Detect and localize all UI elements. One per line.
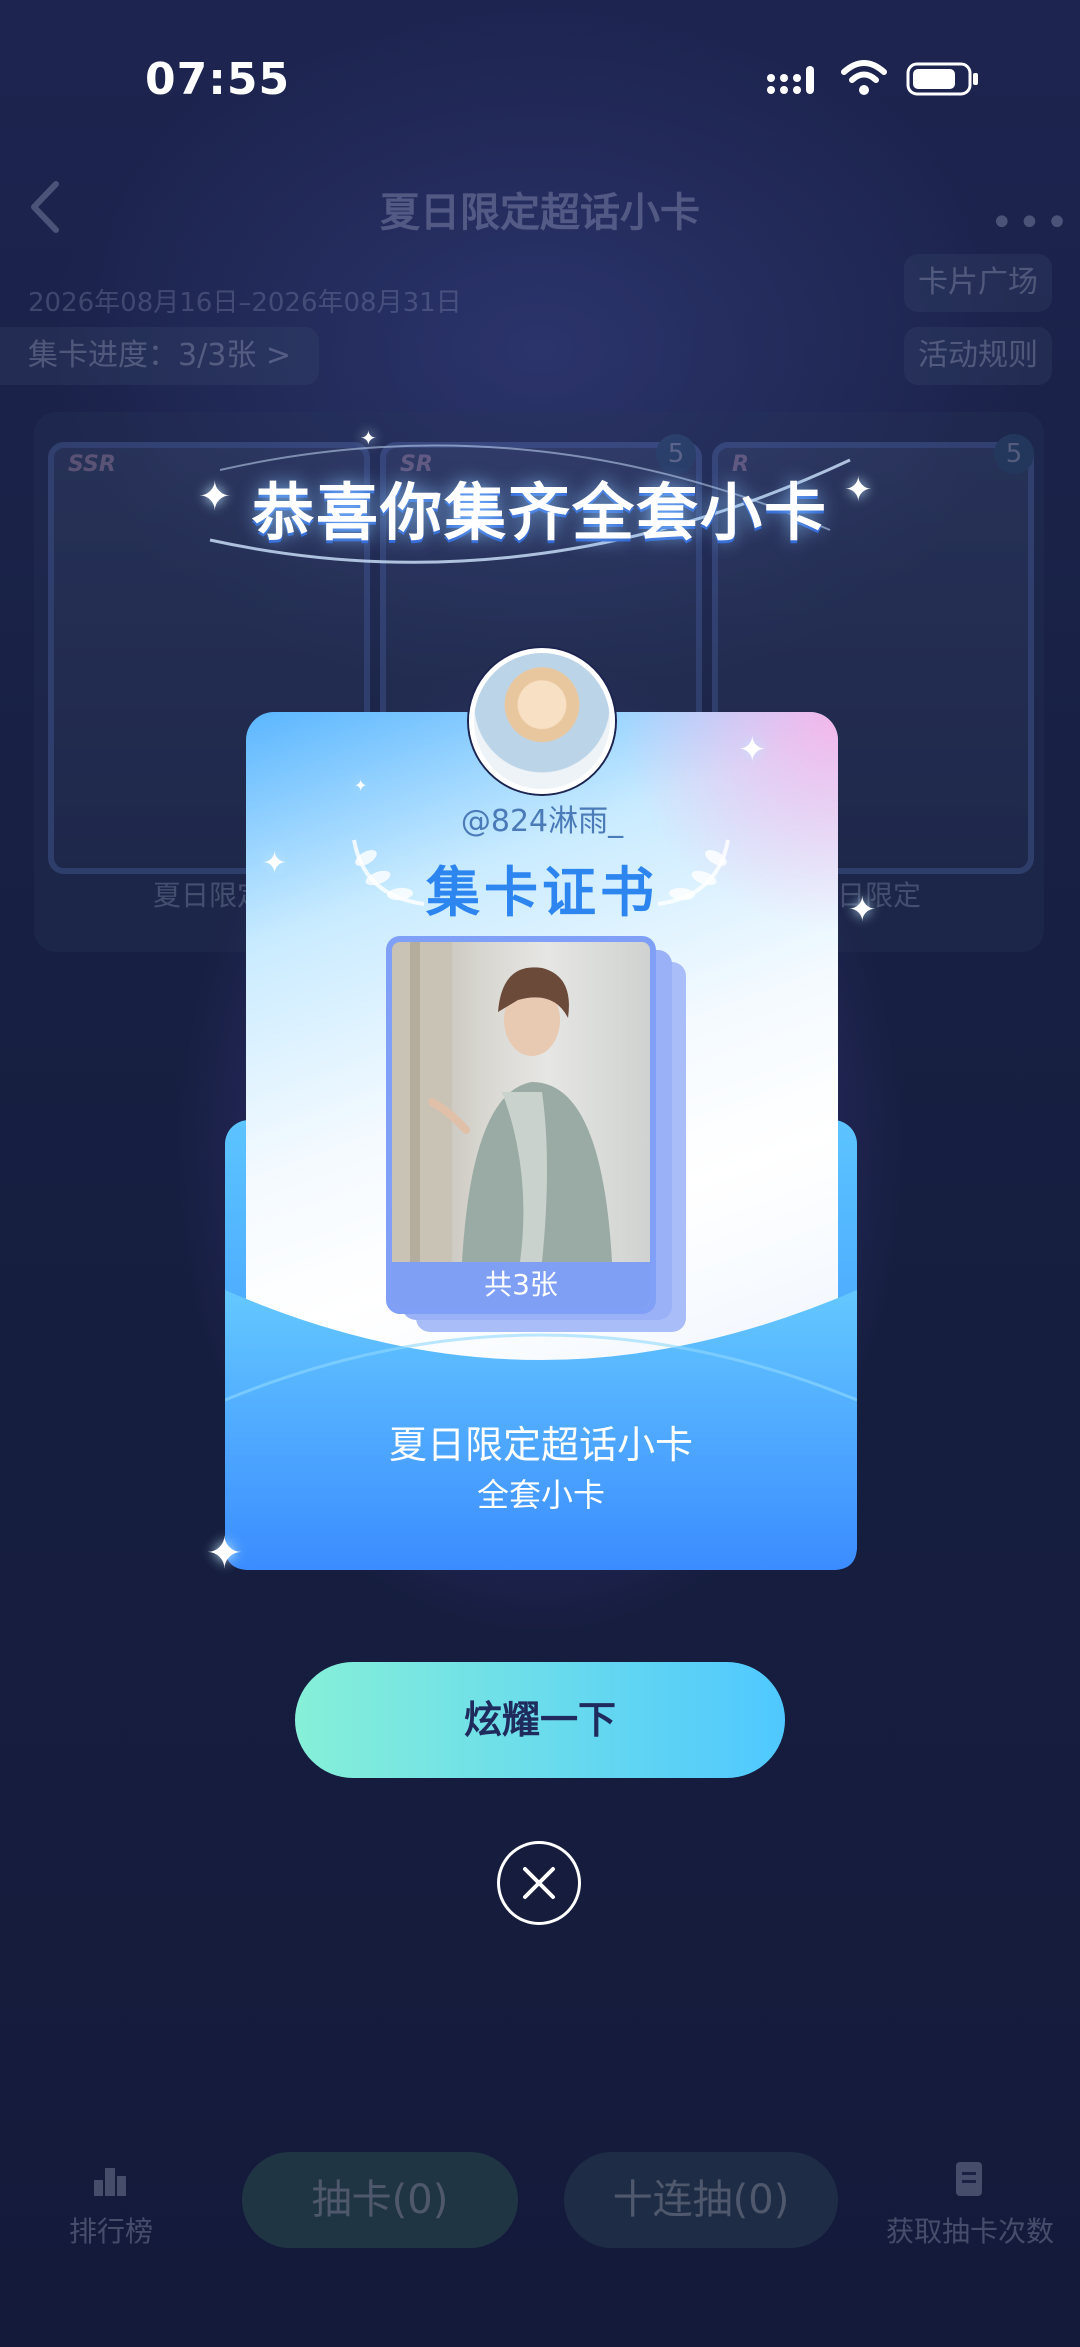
- collection-name: 夏日限定超话小卡: [388, 1423, 693, 1467]
- page-title: 夏日限定超话小卡: [380, 190, 700, 236]
- card-photo-stack: 共3张: [386, 936, 716, 1332]
- close-button[interactable]: [497, 1841, 581, 1925]
- show-off-button[interactable]: 炫耀一下: [295, 1662, 785, 1778]
- get-draws-icon[interactable]: [954, 2160, 984, 2198]
- draw-button[interactable]: 抽卡(0): [242, 2152, 518, 2248]
- portrait-illustration: [392, 942, 612, 1262]
- status-time: 07:55: [145, 54, 291, 105]
- card-square-button[interactable]: 卡片广场: [904, 254, 1052, 312]
- avatar: [469, 648, 615, 794]
- signal-icon: [767, 66, 814, 94]
- rank-label[interactable]: 排行榜: [56, 2210, 166, 2250]
- sparkle-icon: ✦: [848, 890, 877, 930]
- sparkle-icon: ✦: [360, 426, 377, 450]
- activity-rules-button[interactable]: 活动规则: [904, 327, 1052, 385]
- collection-progress[interactable]: 集卡进度：3/3张 >: [0, 327, 319, 385]
- more-icon[interactable]: •••: [990, 200, 1073, 246]
- status-bar: 07:55: [0, 40, 1080, 120]
- username: @824淋雨_: [460, 804, 624, 839]
- card-photo: 共3张: [386, 936, 656, 1314]
- date-range: 2026年08月16日–2026年08月31日: [28, 288, 462, 318]
- certificate-title: 集卡证书: [426, 861, 658, 924]
- sparkle-icon: ✦: [198, 474, 232, 520]
- sparkle-icon: ✦: [844, 470, 873, 510]
- collection-subtitle: 全套小卡: [476, 1476, 605, 1514]
- get-draws-label[interactable]: 获取抽卡次数: [880, 2210, 1060, 2250]
- congrats-headline: 恭喜你集齐全套小卡: [251, 476, 828, 549]
- wifi-icon: [841, 60, 887, 95]
- rank-icon[interactable]: [92, 2164, 128, 2198]
- battery-icon: [906, 62, 978, 96]
- sparkle-icon: ✦: [354, 776, 368, 795]
- sparkle-icon: ✦: [738, 730, 767, 770]
- close-icon: [523, 1867, 555, 1899]
- ten-draw-button[interactable]: 十连抽(0): [564, 2152, 838, 2248]
- sparkle-icon: ✦: [206, 1528, 243, 1579]
- bottom-bar: 排行榜 抽卡(0) 十连抽(0) 获取抽卡次数: [0, 2140, 1080, 2280]
